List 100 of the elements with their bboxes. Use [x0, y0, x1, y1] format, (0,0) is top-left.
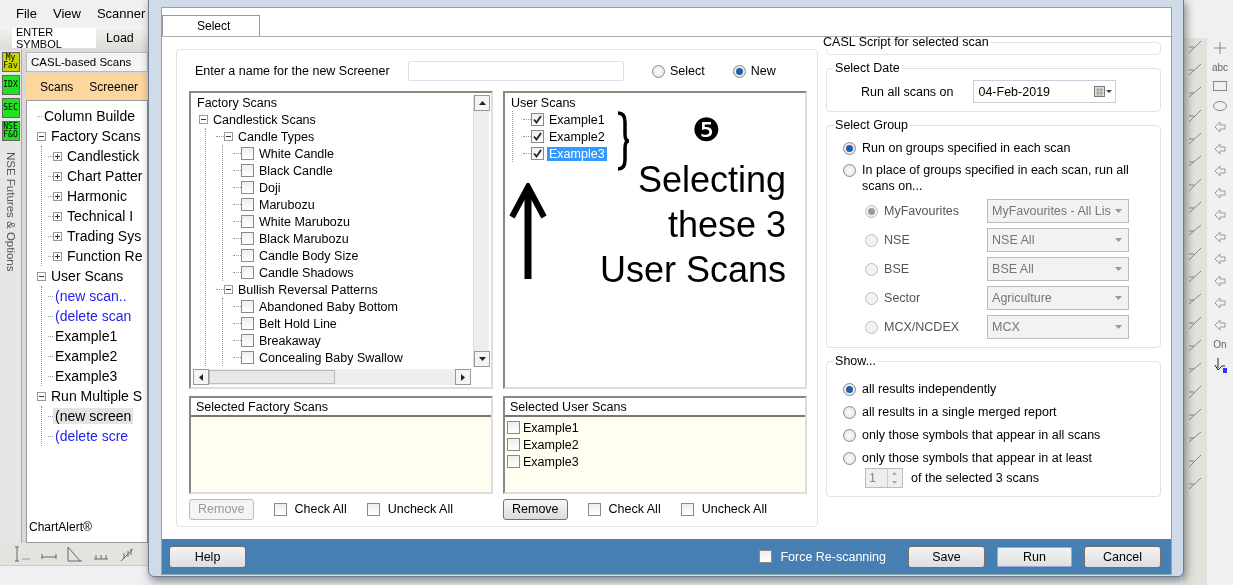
- checkbox-label[interactable]: Uncheck All: [701, 502, 767, 516]
- line-tool-icon[interactable]: [1187, 107, 1203, 125]
- tree-item[interactable]: Black Marubozu: [257, 231, 351, 246]
- checkbox-label[interactable]: Check All: [294, 502, 347, 516]
- checkbox[interactable]: [241, 249, 254, 262]
- line-tool-icon[interactable]: [1187, 383, 1203, 401]
- tool-label[interactable]: On: [1213, 339, 1227, 350]
- plus-icon[interactable]: [53, 211, 62, 221]
- tree-item[interactable]: Abandoned Baby Bottom: [257, 299, 400, 314]
- checkbox[interactable]: [241, 232, 254, 245]
- arrow-icon[interactable]: [1212, 251, 1228, 267]
- line-tool-icon[interactable]: [1187, 245, 1203, 263]
- toolbar-button[interactable]: Load: [106, 31, 134, 45]
- plus-icon[interactable]: [53, 151, 62, 161]
- plus-icon[interactable]: [53, 171, 62, 181]
- checkbox-label[interactable]: Uncheck All: [387, 502, 453, 516]
- radio-button[interactable]: [843, 383, 857, 396]
- plus-icon[interactable]: [53, 231, 62, 241]
- checkbox[interactable]: [587, 502, 601, 516]
- radio-label[interactable]: New: [750, 64, 776, 78]
- checkbox[interactable]: [531, 113, 544, 126]
- tree-item[interactable]: (new screen: [53, 408, 134, 424]
- left-arrow-icon[interactable]: [199, 373, 203, 381]
- rectangle-icon[interactable]: [1212, 79, 1228, 93]
- checkbox[interactable]: [680, 502, 694, 516]
- side-tab[interactable]: NSE F&O: [1, 121, 20, 141]
- side-tab[interactable]: SEC: [1, 98, 20, 118]
- menu-item[interactable]: Scanner: [88, 5, 148, 21]
- arrow-icon[interactable]: [1212, 141, 1228, 157]
- tree-item[interactable]: Belt Hold Line: [257, 316, 339, 331]
- tree-item[interactable]: Breakaway: [257, 333, 323, 348]
- line-tool-icon[interactable]: [1187, 38, 1203, 56]
- down-arrow-icon[interactable]: [478, 357, 486, 361]
- tree-item[interactable]: Example2: [53, 348, 120, 364]
- symbol-field[interactable]: ENTER SYMBOL: [12, 28, 96, 48]
- checkbox[interactable]: [759, 550, 773, 563]
- checkbox[interactable]: [241, 215, 254, 228]
- radio-label[interactable]: all results independently: [862, 381, 997, 397]
- checkbox[interactable]: [273, 502, 287, 516]
- tree-item[interactable]: Candle Shadows: [257, 265, 356, 280]
- chart-tool-icon[interactable]: [66, 545, 84, 563]
- dialog-button[interactable]: Run: [996, 545, 1073, 568]
- checkbox[interactable]: [507, 421, 520, 434]
- tree-item[interactable]: Candle Types: [236, 129, 317, 144]
- radio-button[interactable]: [732, 64, 746, 78]
- list-item[interactable]: Example3: [523, 454, 579, 469]
- arrow-icon[interactable]: [1212, 207, 1228, 223]
- tree-item[interactable]: Candle Body Size: [257, 248, 361, 263]
- checkbox[interactable]: [241, 334, 254, 347]
- radio-label[interactable]: only those symbols that appear in all scans: [862, 427, 1101, 443]
- line-tool-icon[interactable]: [1187, 176, 1203, 194]
- up-arrow-icon[interactable]: [478, 101, 486, 105]
- tree-item[interactable]: Bullish Reversal Patterns: [236, 282, 380, 297]
- tree-item[interactable]: Factory Scans: [195, 94, 467, 111]
- help-button[interactable]: Help: [169, 545, 246, 568]
- tree-link[interactable]: (new scan..: [53, 288, 129, 304]
- tree-item[interactable]: Example1: [53, 328, 120, 344]
- line-tool-icon[interactable]: [1187, 314, 1203, 332]
- minus-icon[interactable]: [37, 271, 46, 281]
- menu-item[interactable]: View: [44, 5, 89, 21]
- radio-label[interactable]: all results in a single merged report: [862, 404, 1057, 420]
- checkbox-label[interactable]: Check All: [608, 502, 661, 516]
- minus-icon[interactable]: [224, 132, 233, 141]
- radio-button[interactable]: [843, 142, 857, 155]
- checkbox[interactable]: [531, 147, 544, 160]
- checkbox[interactable]: [241, 300, 254, 313]
- checkbox[interactable]: [241, 181, 254, 194]
- tree-item[interactable]: Trading Sys: [65, 228, 144, 244]
- radio-label[interactable]: only those symbols that appear in at least: [862, 450, 1093, 466]
- radio-button[interactable]: [843, 452, 857, 465]
- tree-item[interactable]: Example2: [547, 129, 607, 144]
- radio-label[interactable]: In place of groups specified in each scan, run all scans on...: [862, 162, 1150, 194]
- checkbox[interactable]: [241, 266, 254, 279]
- arrow-icon[interactable]: [1212, 119, 1228, 135]
- tree-item[interactable]: Example1: [547, 112, 607, 127]
- arrow-icon[interactable]: [1212, 229, 1228, 245]
- tree-item[interactable]: Black Candle: [257, 163, 335, 178]
- minus-icon[interactable]: [199, 115, 208, 124]
- line-tool-icon[interactable]: [1187, 452, 1203, 470]
- tab[interactable]: Scans: [40, 80, 74, 94]
- tree-item[interactable]: Candlestick Scans: [211, 112, 318, 127]
- remove-button[interactable]: Remove: [503, 498, 568, 520]
- name-field[interactable]: [408, 61, 624, 81]
- minus-icon[interactable]: [37, 131, 46, 141]
- tab[interactable]: Select: [162, 15, 260, 37]
- plus-icon[interactable]: [53, 251, 62, 261]
- tree-link[interactable]: (delete scan: [53, 308, 134, 324]
- tree-item[interactable]: Column Builde: [42, 108, 138, 124]
- checkbox[interactable]: [366, 502, 380, 516]
- checkbox[interactable]: [531, 130, 544, 143]
- right-arrow-icon[interactable]: [461, 373, 465, 381]
- scrollbar[interactable]: [473, 95, 489, 367]
- ellipse-icon[interactable]: [1212, 99, 1228, 113]
- arrow-icon[interactable]: [1212, 295, 1228, 311]
- tree-item[interactable]: Factory Scans: [49, 128, 143, 144]
- minus-icon[interactable]: [37, 391, 46, 401]
- radio-label[interactable]: Select: [670, 64, 705, 78]
- dialog-button[interactable]: Cancel: [1084, 545, 1161, 568]
- checkbox[interactable]: [241, 198, 254, 211]
- tree-link[interactable]: (delete scre: [53, 428, 131, 444]
